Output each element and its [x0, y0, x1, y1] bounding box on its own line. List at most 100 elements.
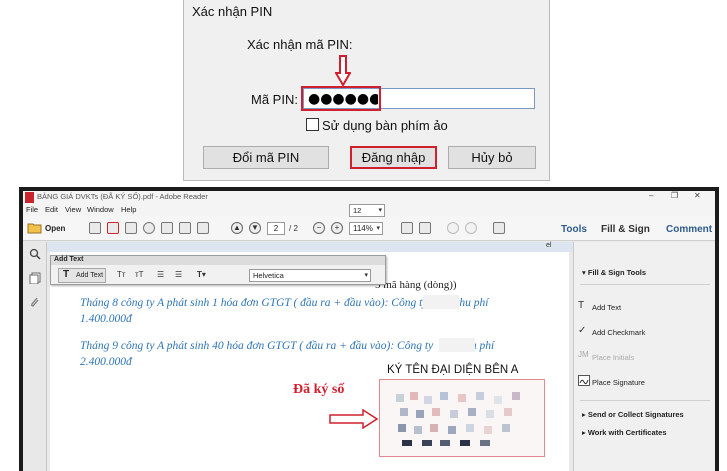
window-title: BẢNG GIÁ DVKTs (ĐÃ KÝ SỐ).pdf - Adobe Re…: [37, 192, 208, 201]
signature-pixel: [468, 408, 476, 416]
attachment-icon[interactable]: [29, 296, 41, 308]
panel-header[interactable]: Add Text: [51, 256, 385, 265]
restore-button[interactable]: ❐: [671, 191, 678, 200]
document-text-line: 5 mã hàng (dòng)): [375, 279, 457, 291]
increase-text-size-icon[interactable]: тT: [135, 270, 144, 279]
tab-tools[interactable]: Tools: [561, 224, 587, 235]
signature-pixel: [416, 410, 424, 418]
line-spacing-decrease-icon[interactable]: ☰: [157, 270, 164, 279]
signature-pixel: [486, 410, 494, 418]
signature-pixel: [502, 424, 510, 432]
close-button[interactable]: ✕: [694, 191, 701, 200]
fill-sign-tools-header[interactable]: ▾ Fill & Sign Tools: [582, 268, 646, 277]
section-title: Send or Collect Signatures: [587, 410, 684, 419]
pages-icon[interactable]: [29, 272, 41, 284]
cancel-button[interactable]: Hủy bỏ: [448, 146, 536, 169]
scroll-mode-icon[interactable]: [419, 222, 431, 234]
menu-window[interactable]: Window: [87, 205, 114, 214]
edit-document-icon[interactable]: [125, 222, 137, 234]
signature-pixel: [494, 396, 502, 404]
open-folder-icon[interactable]: [27, 222, 42, 234]
zoom-select[interactable]: 114% ▾: [349, 222, 383, 235]
minimize-button[interactable]: –: [649, 191, 653, 200]
redacted-area: [423, 295, 459, 309]
chevron-down-icon: ▾: [376, 225, 380, 232]
pin-highlight-box: [301, 86, 381, 111]
work-with-certificates-section[interactable]: ▸ Work with Certificates: [582, 428, 667, 437]
page-total: / 2: [289, 224, 298, 233]
font-value: Helvetica: [253, 271, 284, 280]
menu-view[interactable]: View: [65, 205, 81, 214]
signature-pixel: [458, 394, 466, 402]
signature-pixel: [440, 392, 448, 400]
page-number-input[interactable]: 2: [267, 222, 285, 235]
decrease-text-size-icon[interactable]: Tт: [117, 270, 126, 279]
divider: [580, 400, 710, 401]
adobe-reader-window: BẢNG GIÁ DVKTs (ĐÃ KÝ SỐ).pdf - Adobe Re…: [19, 187, 719, 471]
signature-pixel: [432, 408, 440, 416]
zoom-out-icon[interactable]: −: [313, 222, 325, 234]
signature-pixel: [480, 440, 490, 446]
tab-comment[interactable]: Comment: [666, 224, 712, 235]
save-icon[interactable]: [161, 222, 173, 234]
zoom-in-icon[interactable]: +: [331, 222, 343, 234]
add-text-panel: Add Text T Add Text Tт тT ☰ ☰ T▾ Helveti…: [50, 255, 386, 285]
font-select[interactable]: Helvetica ▾: [249, 269, 371, 282]
next-page-icon[interactable]: ▼: [249, 222, 261, 234]
search-icon[interactable]: [29, 248, 41, 260]
signature-pixel: [422, 440, 432, 446]
signature-pixel: [512, 392, 520, 400]
pdf-file-icon: [25, 192, 34, 203]
highlight-icon[interactable]: [465, 222, 477, 234]
cloud-upload-icon[interactable]: [143, 222, 155, 234]
place-signature-tool[interactable]: Place Signature: [592, 378, 645, 387]
email-icon[interactable]: [197, 222, 209, 234]
login-button[interactable]: Đăng nhập: [350, 146, 437, 169]
ruler-label: el: [546, 242, 552, 249]
signature-pixel: [448, 426, 456, 434]
add-text-button[interactable]: T Add Text: [58, 268, 106, 283]
line-spacing-increase-icon[interactable]: ☰: [175, 270, 182, 279]
add-text-tool[interactable]: Add Text: [592, 303, 621, 312]
font-size-select[interactable]: 12 ▾: [349, 204, 385, 217]
signature-pixel: [460, 440, 470, 446]
tab-fill-sign[interactable]: Fill & Sign: [601, 224, 650, 235]
expand-icon[interactable]: [493, 222, 505, 234]
text-icon: T: [63, 269, 70, 280]
section-title: Work with Certificates: [587, 428, 667, 437]
virtual-keyboard-checkbox[interactable]: [306, 118, 319, 131]
menu-help[interactable]: Help: [121, 205, 136, 214]
check-icon: ✓: [578, 325, 587, 336]
export-pdf-icon[interactable]: [107, 222, 119, 234]
signature-pixel: [414, 426, 422, 434]
sign-icon[interactable]: [447, 222, 459, 234]
title-bar: BẢNG GIÁ DVKTs (ĐÃ KÝ SỐ).pdf - Adobe Re…: [23, 191, 715, 204]
redacted-area: [439, 338, 475, 352]
text-color-icon[interactable]: T▾: [197, 270, 206, 279]
change-pin-button[interactable]: Đổi mã PIN: [203, 146, 329, 169]
document-header-strip: [47, 242, 575, 252]
open-button-label[interactable]: Open: [45, 224, 65, 233]
paragraph-text-tail: thu phí: [456, 297, 489, 309]
place-initials-tool[interactable]: Place Initials: [592, 353, 634, 362]
digital-signature-box[interactable]: [379, 379, 545, 457]
menu-edit[interactable]: Edit: [45, 205, 58, 214]
font-size-value: 12: [353, 206, 362, 215]
add-checkmark-tool[interactable]: Add Checkmark: [592, 328, 645, 337]
signature-pixel: [504, 408, 512, 416]
create-pdf-icon[interactable]: [89, 222, 101, 234]
signature-pixel: [396, 394, 404, 402]
signature-pixel: [440, 440, 450, 446]
paragraph-line: 1.400.000đ: [80, 313, 132, 325]
send-collect-signatures-section[interactable]: ▸ Send or Collect Signatures: [582, 410, 684, 419]
chevron-down-icon: ▾: [378, 207, 382, 214]
previous-page-icon[interactable]: ▲: [231, 222, 243, 234]
menu-file[interactable]: File: [26, 205, 38, 214]
virtual-keyboard-label[interactable]: Sử dụng bàn phím ảo: [322, 118, 448, 133]
dialog-heading: Xác nhận mã PIN:: [247, 37, 353, 52]
pin-confirm-dialog: Xác nhận PIN Xác nhận mã PIN: Mã PIN: Sử…: [183, 0, 550, 181]
print-icon[interactable]: [179, 222, 191, 234]
signature-pixel: [466, 424, 474, 432]
signature-pixel: [484, 426, 492, 434]
fit-page-icon[interactable]: [401, 222, 413, 234]
